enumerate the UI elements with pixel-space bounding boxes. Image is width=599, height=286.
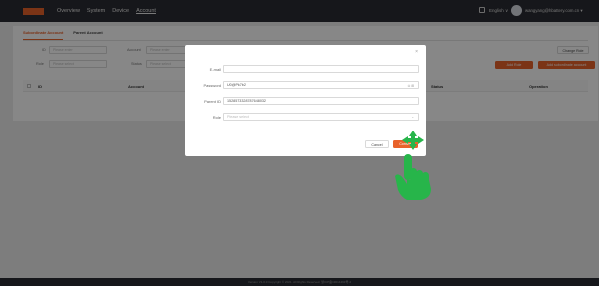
chevron-down-icon: ⌄ [411,115,414,119]
password-toggle-icon[interactable]: ⊙ ⊞ [408,83,414,90]
expand-arrows-icon [402,131,424,150]
role-placeholder: Please select [227,115,249,119]
cancel-button[interactable]: Cancel [365,140,389,148]
password-field[interactable]: U0@Pk7b2 ⊙ ⊞ [223,81,419,89]
role-select[interactable]: Please select ⌄ [223,113,419,121]
email-field[interactable] [223,65,419,73]
parent-id-label: Parent ID [204,99,221,104]
password-label: Password [203,83,221,88]
tap-hint-graphic [395,131,431,200]
email-label: E-mail [209,67,221,72]
pointing-hand-icon [395,154,431,200]
parent-id-field[interactable]: 1528573328787648032 [223,97,419,105]
close-icon[interactable]: × [415,50,418,55]
role-label: Role [212,115,221,120]
password-value: U0@Pk7b2 [227,83,246,87]
